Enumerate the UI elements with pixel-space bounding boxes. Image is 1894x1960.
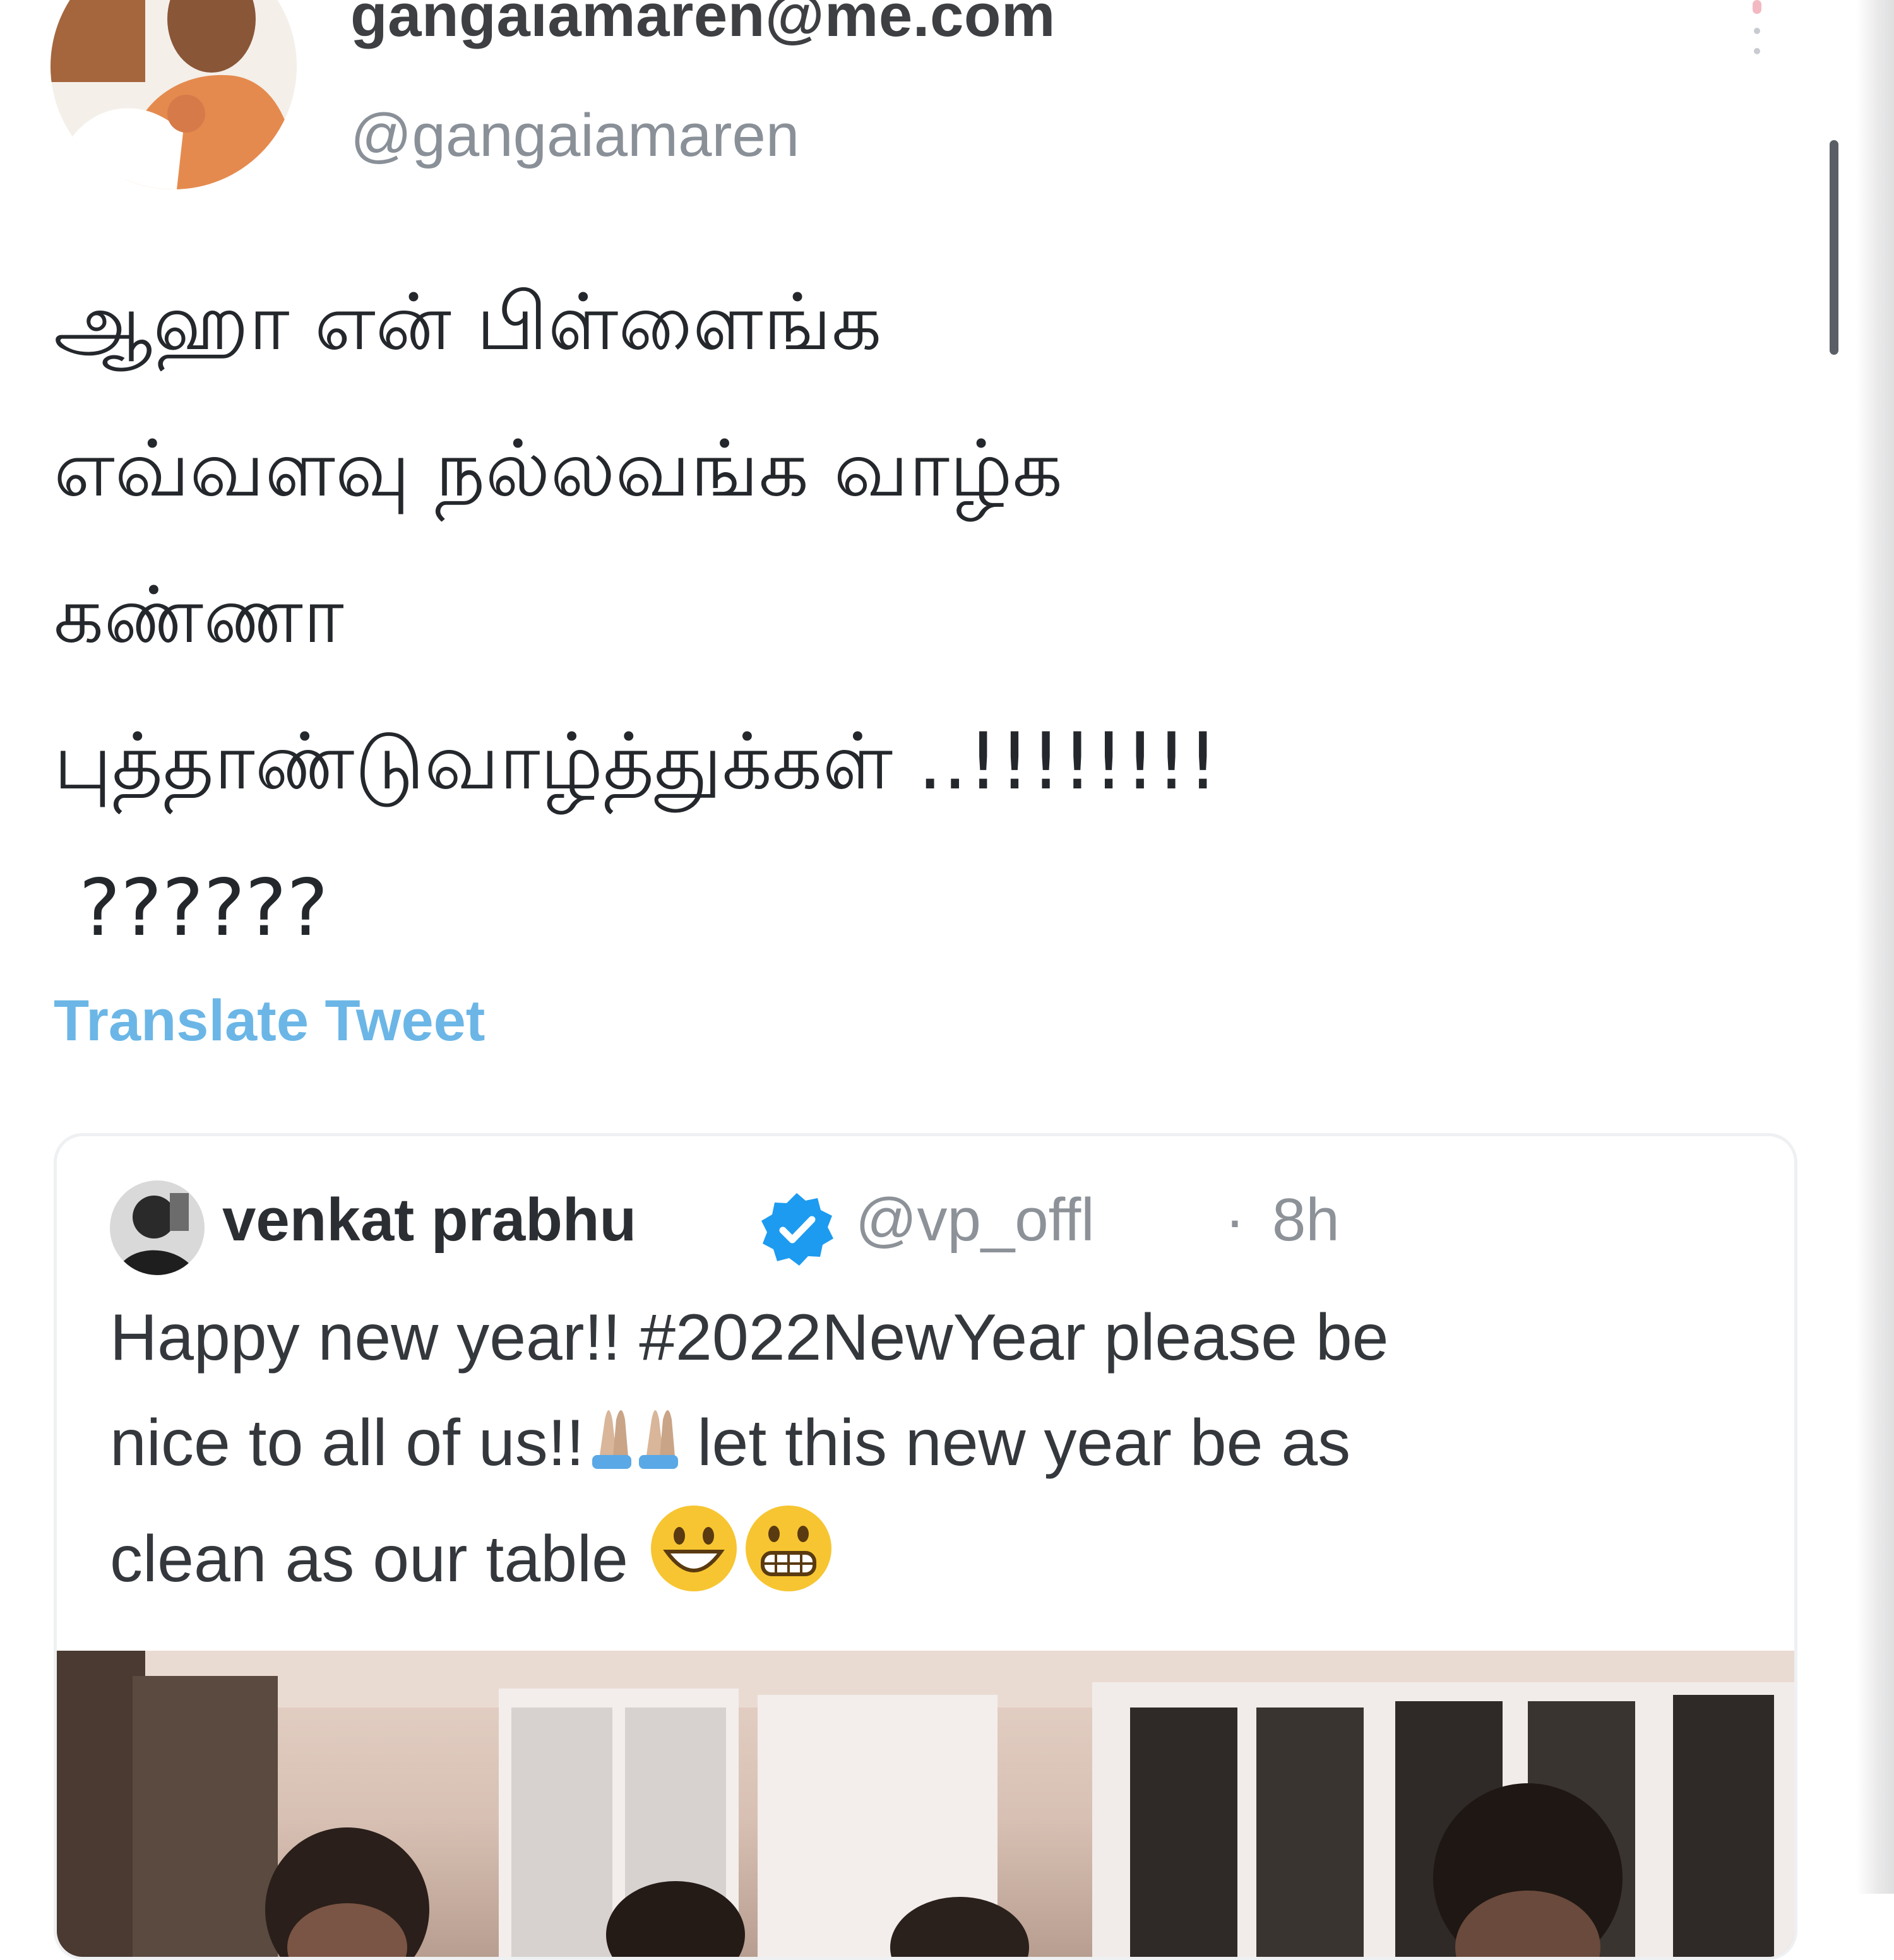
quoted-author-handle[interactable]: @vp_offl [855, 1185, 1095, 1255]
quoted-line-part: let this new year be as [679, 1406, 1351, 1480]
quoted-tweet-card[interactable]: venkat prabhu @vp_offl · 8h Happy new ye… [54, 1133, 1797, 1960]
author-display-name[interactable]: gangaiamaren@me.com [350, 0, 1056, 50]
tweet-line: கண்ணா [54, 570, 344, 661]
tweet-text: ஆஹா என் பிள்ளைங்க எவ்வளவு நல்லவங்க வாழ்க… [54, 249, 1809, 982]
quoted-line: clean as our table [110, 1501, 1764, 1627]
tweet-line: எவ்வளவு நல்லவங்க வாழ்க [54, 424, 1063, 514]
screen-edge [1856, 0, 1894, 1894]
quoted-author-avatar[interactable] [110, 1180, 205, 1275]
quoted-line-part: nice to all of us!! [110, 1406, 585, 1480]
author-handle[interactable]: @gangaiamaren [350, 101, 799, 170]
tweet-line: புத்தாண்டுவாழ்த்துக்கள் ..!!!!!!!! [54, 716, 1219, 807]
folded-hands-emoji [585, 1394, 679, 1501]
grinning-face-emoji [646, 1501, 741, 1627]
more-options-icon[interactable] [1753, 0, 1761, 54]
scrollbar-thumb[interactable] [1830, 140, 1838, 355]
author-avatar[interactable] [51, 0, 297, 189]
quoted-line-part: clean as our table [110, 1523, 646, 1596]
grimacing-face-emoji [741, 1501, 836, 1627]
meta-separator: · [1225, 1186, 1245, 1254]
quoted-tweet-text: Happy new year!! #2022NewYear please be … [110, 1285, 1764, 1627]
translate-tweet-link[interactable]: Translate Tweet [54, 988, 485, 1054]
quoted-timestamp[interactable]: 8h [1272, 1185, 1340, 1255]
quoted-line: nice to all of us!! let this new year be… [110, 1391, 1764, 1501]
tweet-line: ஆஹா என் பிள்ளைங்க [54, 277, 882, 368]
quoted-author-name[interactable]: venkat prabhu [222, 1185, 636, 1255]
verified-badge-icon [758, 1191, 836, 1269]
quoted-tweet-photo[interactable] [57, 1651, 1794, 1957]
tweet-line: ?????? [79, 863, 328, 954]
quoted-line: Happy new year!! #2022NewYear please be [110, 1301, 1389, 1374]
